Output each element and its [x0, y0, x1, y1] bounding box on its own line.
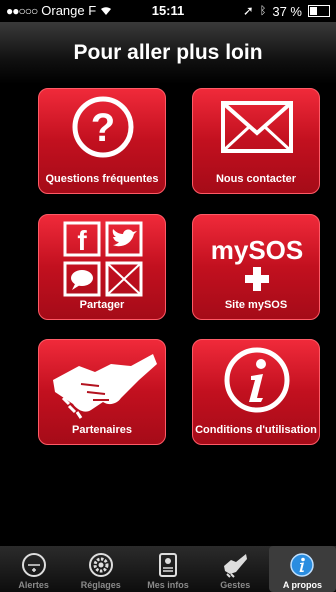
gear-icon: [88, 553, 113, 577]
bluetooth-icon: ᛒ: [259, 5, 267, 17]
tab-bar: Alertes Réglages Mes infos Gestes A prop…: [0, 546, 336, 592]
tab-a-propos[interactable]: A propos: [268, 546, 336, 592]
svg-text:?: ?: [91, 106, 115, 150]
tab-gestes-label: Gestes: [220, 580, 251, 590]
tab-reglages-label: Réglages: [80, 580, 121, 590]
sos-icon: [21, 553, 46, 577]
partners-button[interactable]: Partenaires: [38, 339, 166, 445]
id-card-icon: [159, 553, 177, 577]
share-button[interactable]: f Partager: [38, 214, 166, 320]
tab-mes-infos[interactable]: Mes infos: [134, 546, 201, 592]
partners-label: Partenaires: [72, 424, 132, 436]
hands-icon: [224, 554, 248, 578]
info-icon: [290, 553, 315, 577]
svg-text:f: f: [77, 225, 87, 256]
navigation-bar: Pour aller plus loin: [0, 22, 336, 84]
site-mysos-button[interactable]: mySOS Site mySOS: [192, 214, 320, 320]
terms-button[interactable]: Conditions d'utilisation: [192, 339, 320, 445]
contact-label: Nous contacter: [215, 173, 297, 185]
tab-reglages[interactable]: Réglages: [67, 546, 134, 592]
contact-button[interactable]: Nous contacter: [192, 88, 320, 194]
share-label: Partager: [79, 299, 125, 311]
tab-alertes[interactable]: Alertes: [0, 546, 67, 592]
faq-label: Questions fréquentes: [45, 173, 159, 185]
page-title: Pour aller plus loin: [73, 41, 263, 64]
tab-gestes[interactable]: Gestes: [202, 546, 269, 592]
svg-text:mySOS: mySOS: [211, 235, 304, 265]
location-icon: ➚: [242, 3, 254, 18]
battery-percent: 37 %: [272, 3, 302, 19]
tile-grid: ? Questions fréquentes Nous contacter f …: [0, 84, 336, 546]
tab-alertes-label: Alertes: [18, 580, 49, 590]
site-mysos-label: Site mySOS: [224, 299, 288, 311]
status-bar: ●●○○○ Orange F 15:11 ➚ ᛒ 37 %: [0, 0, 336, 22]
terms-label: Conditions d'utilisation: [195, 424, 317, 436]
battery-fill: [310, 7, 317, 15]
tab-mes-infos-label: Mes infos: [147, 580, 189, 590]
tab-a-propos-label: A propos: [282, 580, 322, 590]
status-indicators: ➚ ᛒ 37 %: [243, 3, 330, 19]
battery-icon: [308, 5, 330, 17]
faq-button[interactable]: ? Questions fréquentes: [38, 88, 166, 194]
